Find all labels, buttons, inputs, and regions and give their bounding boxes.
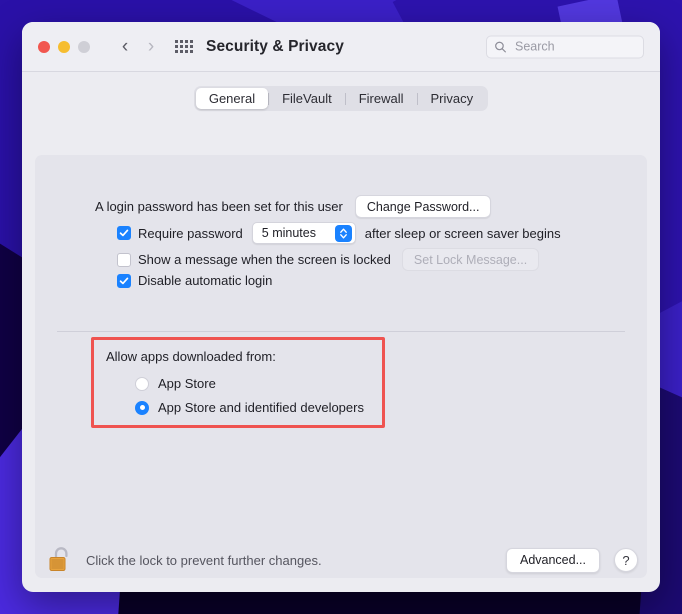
- allow-apps-option-identified-developers[interactable]: App Store and identified developers: [135, 400, 364, 415]
- disable-auto-login-checkbox[interactable]: [117, 273, 131, 288]
- require-password-interval-select[interactable]: 5 minutes: [251, 222, 356, 244]
- set-lock-message-button: Set Lock Message...: [401, 248, 540, 271]
- tab-firewall[interactable]: Firewall: [346, 88, 417, 109]
- search-field[interactable]: [486, 35, 644, 58]
- search-input[interactable]: [513, 38, 636, 55]
- advanced-button[interactable]: Advanced...: [505, 547, 600, 573]
- footer-actions: Advanced... ?: [505, 547, 638, 573]
- window-titlebar: ‹ › Security & Privacy: [22, 22, 660, 72]
- lock-area: Click the lock to prevent further change…: [48, 545, 322, 575]
- tabbar: General FileVault Firewall Privacy: [22, 72, 660, 111]
- checkmark-icon: [119, 229, 129, 237]
- tab-general[interactable]: General: [195, 88, 269, 109]
- require-password-suffix-label: after sleep or screen saver begins: [364, 225, 561, 241]
- allow-apps-option-label: App Store: [158, 376, 216, 391]
- tab-privacy[interactable]: Privacy: [418, 88, 487, 109]
- require-password-checkbox[interactable]: [117, 226, 131, 240]
- window-body: General FileVault Firewall Privacy A log…: [22, 72, 660, 592]
- allow-apps-option-app-store[interactable]: App Store: [135, 376, 216, 391]
- checkmark-icon: [119, 277, 129, 284]
- disable-auto-login-row: Disable automatic login: [117, 273, 272, 288]
- search-icon: [495, 41, 506, 52]
- traffic-lights: [38, 40, 90, 53]
- minimize-button[interactable]: [58, 40, 70, 53]
- zoom-button[interactable]: [78, 40, 90, 53]
- radio-button[interactable]: [135, 400, 149, 415]
- radio-button[interactable]: [135, 376, 149, 391]
- login-password-row: A login password has been set for this u…: [95, 195, 492, 218]
- lock-message-label: Show a message when the screen is locked: [138, 252, 391, 267]
- require-password-label: Require password: [138, 225, 243, 241]
- login-password-label: A login password has been set for this u…: [95, 199, 343, 214]
- close-button[interactable]: [38, 40, 50, 53]
- chevron-up-down-icon: [334, 224, 352, 242]
- lock-message-checkbox[interactable]: [117, 252, 131, 267]
- section-divider: [57, 331, 625, 332]
- allow-apps-heading: Allow apps downloaded from:: [106, 349, 276, 364]
- allow-apps-option-label: App Store and identified developers: [158, 400, 364, 415]
- change-password-button[interactable]: Change Password...: [354, 195, 492, 218]
- unlocked-padlock-icon[interactable]: [48, 545, 74, 575]
- require-password-interval-value: 5 minutes: [261, 226, 316, 240]
- lock-status-text: Click the lock to prevent further change…: [86, 552, 322, 568]
- page-title: Security & Privacy: [206, 37, 344, 55]
- security-privacy-window: ‹ › Security & Privacy General FileVault: [22, 22, 660, 592]
- tab-filevault[interactable]: FileVault: [269, 88, 345, 109]
- chevron-left-icon[interactable]: ‹: [112, 34, 138, 60]
- grid-apps-icon[interactable]: [174, 37, 194, 57]
- window-footer: Click the lock to prevent further change…: [22, 528, 660, 592]
- lock-message-row: Show a message when the screen is locked…: [117, 248, 540, 271]
- tab-group: General FileVault Firewall Privacy: [193, 86, 489, 111]
- require-password-row: Require password 5 minutes after sleep o…: [117, 222, 561, 244]
- chevron-right-icon[interactable]: ›: [138, 34, 164, 60]
- general-settings-panel: A login password has been set for this u…: [35, 155, 647, 578]
- help-button[interactable]: ?: [614, 548, 638, 572]
- disable-auto-login-label: Disable automatic login: [138, 273, 273, 288]
